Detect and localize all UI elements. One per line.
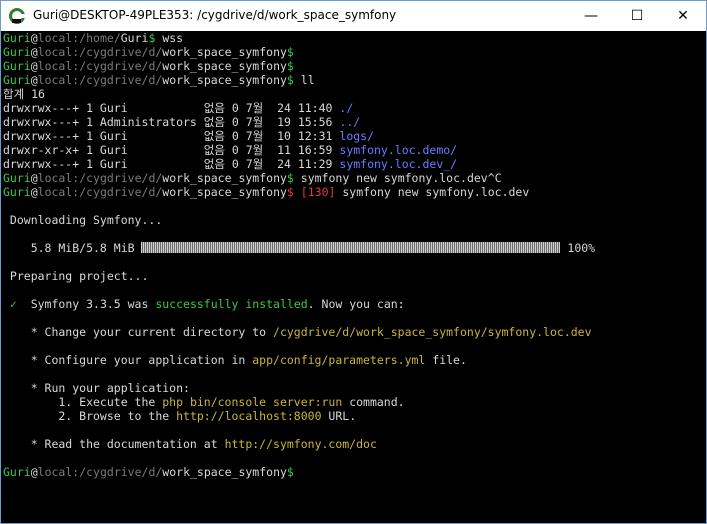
scrollbar[interactable] <box>691 31 706 523</box>
window-title: Guri@DESKTOP-49PLE353: /cygdrive/d/work_… <box>33 8 397 22</box>
project-path: /cygdrive/d/work_space_symfony/symfony.l… <box>273 325 592 339</box>
prompt-line-cancelled: Guri@local:/cygdrive/d/work_space_symfon… <box>3 171 502 185</box>
download-progress-line: 5.8 MiB/5.8 MiB 100% <box>3 241 691 255</box>
localhost-url: http://localhost:8000 <box>176 409 322 423</box>
close-button[interactable]: ✕ <box>660 1 706 31</box>
directory-name: symfony.loc.demo/ <box>339 143 458 157</box>
minimize-icon: — <box>584 8 598 24</box>
step-change-dir: * Change your current directory to /cygd… <box>3 325 592 339</box>
downloading-text: Downloading Symfony... <box>3 213 163 227</box>
prompt-line-ll: Guri@local:/cygdrive/d/work_space_symfon… <box>3 73 315 87</box>
progress-bar <box>141 242 561 253</box>
prompt-line-home: Guri@local:/home/Guri$ wss <box>3 31 184 45</box>
config-path: app/config/parameters.yml <box>252 353 426 367</box>
docs-url: http://symfony.com/doc <box>224 437 377 451</box>
prompt-line: Guri@local:/cygdrive/d/work_space_symfon… <box>3 59 294 73</box>
directory-name: ../ <box>339 115 361 129</box>
exit-code: [130] <box>300 185 336 199</box>
terminal-window: Guri@DESKTOP-49PLE353: /cygdrive/d/work_… <box>0 0 707 524</box>
step-run-title: * Run your application: <box>3 381 190 395</box>
progress-percent: 100% <box>560 241 596 255</box>
directory-name: ./ <box>339 101 354 115</box>
download-size: 5.8 MiB/5.8 MiB <box>3 241 142 255</box>
command-text: symfony new symfony.loc.dev^C <box>293 171 502 185</box>
minimize-button[interactable]: — <box>568 1 614 31</box>
preparing-text: Preparing project... <box>3 269 149 283</box>
step-configure: * Configure your application in app/conf… <box>3 353 467 367</box>
listing-row: drwxrwx---+ 1 Guri 없음 0 7월 10 12:31 logs… <box>3 129 375 143</box>
command-text: symfony new symfony.loc.dev <box>335 185 530 199</box>
listing-total: 합계 16 <box>3 87 45 101</box>
checkmark-icon: ✓ <box>3 297 17 311</box>
success-line: ✓ Symfony 3.3.5 was successfully install… <box>3 297 405 311</box>
success-text: successfully installed <box>155 297 308 311</box>
command-text: ll <box>293 73 315 87</box>
title-bar[interactable]: Guri@DESKTOP-49PLE353: /cygdrive/d/work_… <box>1 1 706 31</box>
prompt-line: Guri@local:/cygdrive/d/work_space_symfon… <box>3 45 294 59</box>
prompt-user: Guri <box>3 31 31 45</box>
step-docs: * Read the documentation at http://symfo… <box>3 437 377 451</box>
listing-row: drwxr-xr-x+ 1 Guri 없음 0 7월 11 16:59 symf… <box>3 143 458 157</box>
maximize-icon: ☐ <box>630 8 644 24</box>
command-text: wss <box>155 31 184 45</box>
cygwin-terminal-icon <box>9 8 25 24</box>
prompt-line-new: Guri@local:/cygdrive/d/work_space_symfon… <box>3 185 530 199</box>
listing-row: drwxrwx---+ 1 Administrators 없음 0 7월 19 … <box>3 115 361 129</box>
close-icon: ✕ <box>677 8 689 24</box>
step-run-execute: 1. Execute the php bin/console server:ru… <box>3 395 405 409</box>
directory-name: symfony.loc.dev_/ <box>339 157 458 171</box>
step-run-browse: 2. Browse to the http://localhost:8000 U… <box>3 409 357 423</box>
directory-name: logs/ <box>339 129 375 143</box>
run-command: php bin/console server:run <box>162 395 343 409</box>
maximize-button[interactable]: ☐ <box>614 1 660 31</box>
listing-row: drwxrwx---+ 1 Guri 없음 0 7월 24 11:40 ./ <box>3 101 354 115</box>
terminal-output[interactable]: Guri@local:/home/Guri$ wss Guri@local:/c… <box>3 31 691 523</box>
listing-row: drwxrwx---+ 1 Guri 없음 0 7월 24 11:29 symf… <box>3 157 458 171</box>
prompt-host: local <box>37 31 73 45</box>
prompt-line-final: Guri@local:/cygdrive/d/work_space_symfon… <box>3 465 294 479</box>
